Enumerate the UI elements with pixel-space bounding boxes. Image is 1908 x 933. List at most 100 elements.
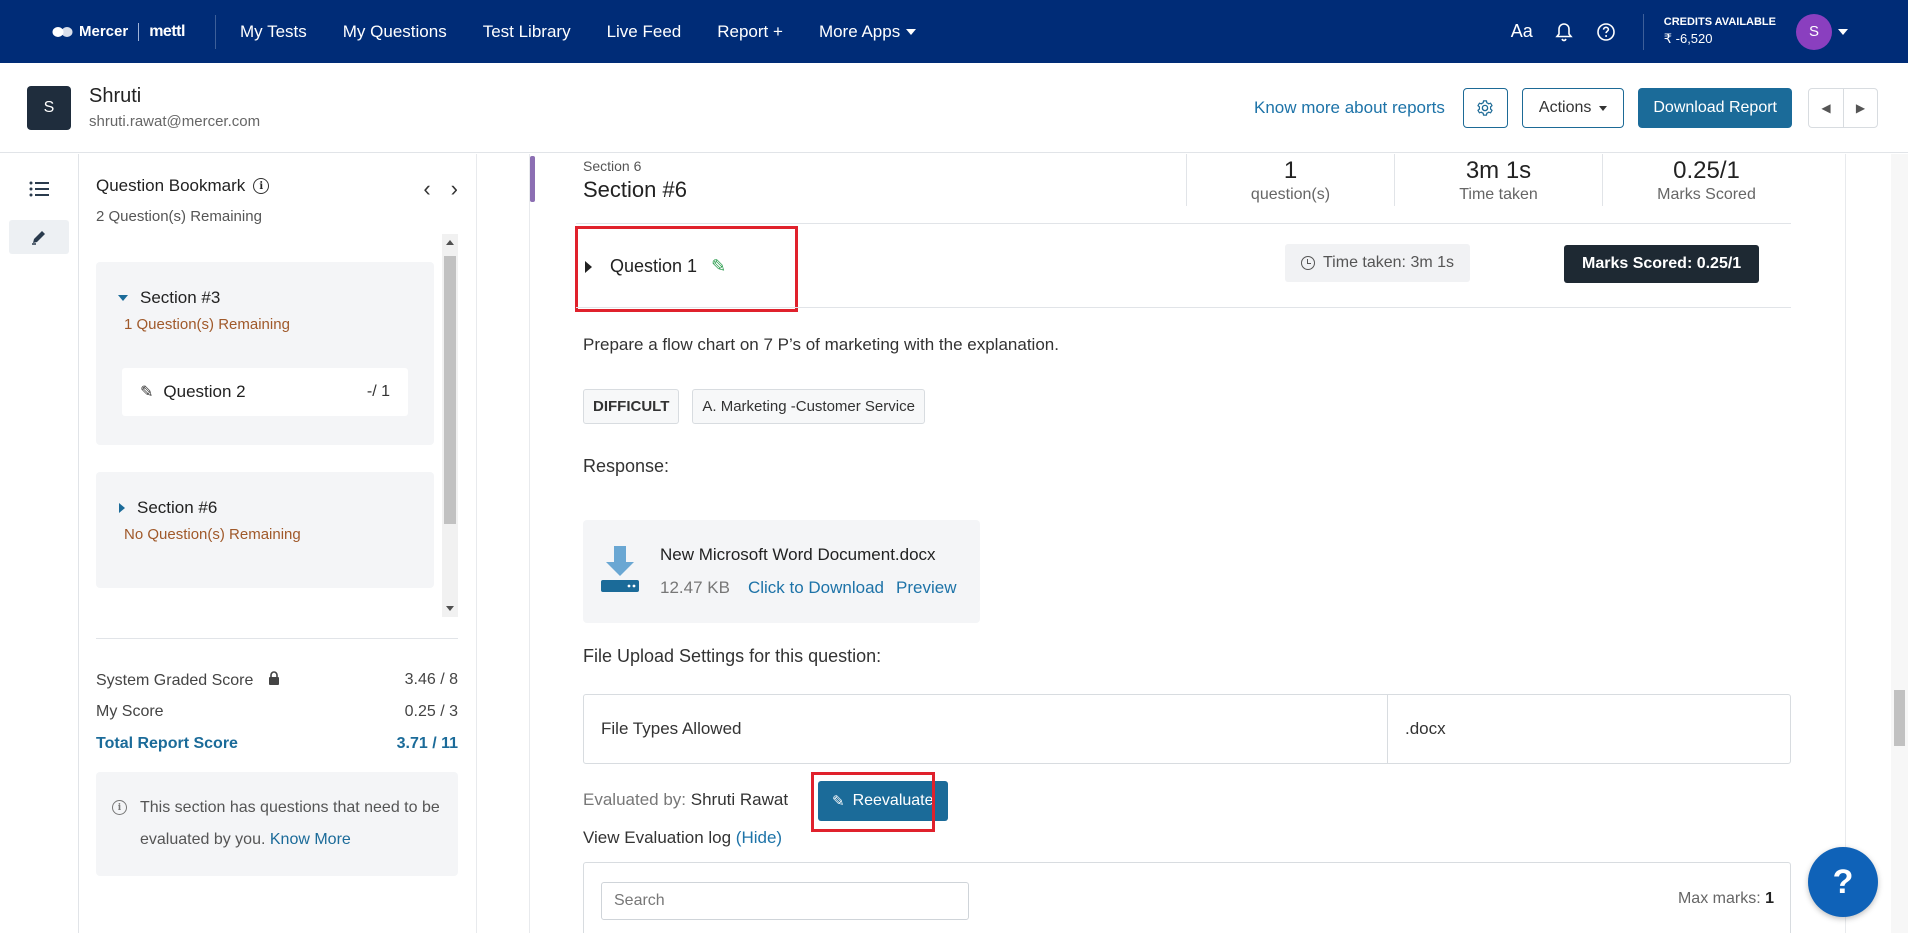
header-actions: Know more about reports Actions Download… bbox=[1254, 63, 1878, 153]
score-row-total: Total Report Score 3.71 / 11 bbox=[96, 728, 458, 760]
preview-link[interactable]: Preview bbox=[896, 578, 956, 598]
nav-divider bbox=[215, 14, 216, 49]
hide-log-link[interactable]: (Hide) bbox=[736, 828, 782, 847]
candidate-email: shruti.rawat@mercer.com bbox=[89, 113, 261, 130]
mercer-mark-icon bbox=[52, 26, 73, 37]
bookmark-nav: ‹ › bbox=[423, 176, 458, 202]
section-toggle-section-3[interactable]: Section #3 bbox=[118, 288, 220, 308]
nav-more-apps[interactable]: More Apps bbox=[818, 21, 917, 42]
rail-list-button[interactable] bbox=[9, 170, 69, 208]
stat-questions: 1 question(s) bbox=[1186, 154, 1394, 206]
scroll-up-arrow-icon[interactable] bbox=[446, 240, 454, 245]
annotation-highlight-box bbox=[811, 772, 935, 832]
pencil-icon bbox=[32, 231, 45, 245]
help-fab-button[interactable]: ? bbox=[1808, 847, 1878, 917]
upload-settings-title: File Upload Settings for this question: bbox=[583, 646, 882, 666]
evaluation-log-toggle: View Evaluation log (Hide) bbox=[583, 828, 782, 848]
user-avatar[interactable]: S bbox=[1796, 13, 1832, 50]
next-candidate-button[interactable]: ▶ bbox=[1843, 89, 1877, 127]
section-remaining: 1 Question(s) Remaining bbox=[124, 316, 290, 333]
bell-icon[interactable] bbox=[1551, 19, 1577, 45]
credits-available: CREDITS AVAILABLE ₹ -6,520 bbox=[1642, 13, 1776, 50]
click-to-download-link[interactable]: Click to Download bbox=[748, 578, 884, 598]
download-file-icon bbox=[601, 546, 639, 592]
credits-label: CREDITS AVAILABLE bbox=[1663, 16, 1776, 28]
score-label-wrap: System Graded Score bbox=[96, 670, 280, 690]
difficulty-tag: DIFFICULT bbox=[583, 389, 680, 424]
nav-more-apps-label: More Apps bbox=[818, 21, 901, 41]
notice-know-more-link[interactable]: Know More bbox=[270, 831, 351, 848]
actions-label: Actions bbox=[1538, 99, 1592, 116]
question-bookmark-panel: Question Bookmark i ‹ › 2 Question(s) Re… bbox=[80, 154, 476, 933]
response-file-card: New Microsoft Word Document.docx 12.47 K… bbox=[583, 520, 980, 623]
info-icon[interactable]: i bbox=[253, 178, 270, 194]
actions-dropdown[interactable]: Actions bbox=[1521, 88, 1625, 128]
max-marks-label: Max marks: bbox=[1677, 890, 1761, 907]
know-more-reports-link[interactable]: Know more about reports bbox=[1254, 98, 1445, 118]
nav-report-plus[interactable]: Report + bbox=[717, 22, 783, 42]
stat-value: 0.25/1 bbox=[1673, 157, 1740, 184]
nav-test-library[interactable]: Test Library bbox=[483, 22, 571, 42]
log-search-input[interactable] bbox=[601, 882, 969, 920]
settings-button[interactable] bbox=[1462, 88, 1508, 128]
mercer-logo: Mercer bbox=[52, 23, 128, 40]
prev-candidate-button[interactable]: ◀ bbox=[1809, 89, 1843, 127]
nav-my-questions[interactable]: My Questions bbox=[343, 22, 447, 42]
list-icon bbox=[29, 181, 49, 197]
download-report-button[interactable]: Download Report bbox=[1638, 88, 1792, 128]
response-label: Response: bbox=[583, 456, 670, 476]
brand-product-text: mettl bbox=[149, 22, 185, 40]
info-icon: i bbox=[112, 800, 127, 815]
evaluation-notice: i This section has questions that need t… bbox=[96, 772, 458, 876]
help-glyph bbox=[1596, 22, 1615, 41]
bookmark-question-score: -/ 1 bbox=[366, 383, 390, 400]
section-label: Section 6 bbox=[583, 158, 642, 174]
divider bbox=[576, 307, 1791, 308]
eval-log-label: View Evaluation log bbox=[583, 828, 732, 847]
section-toggle-section-6[interactable]: Section #6 bbox=[119, 498, 217, 518]
main-nav: My Tests My Questions Test Library Live … bbox=[240, 21, 917, 42]
chevron-down-icon bbox=[1599, 105, 1608, 111]
brand-divider bbox=[138, 22, 140, 41]
panel-divider bbox=[476, 154, 477, 933]
evaluation-log-panel: Max marks: 1 bbox=[583, 862, 1791, 933]
pencil-icon: ✎ bbox=[140, 384, 154, 401]
score-label: My Score bbox=[96, 703, 164, 720]
font-size-icon[interactable]: Aa bbox=[1509, 19, 1535, 45]
bookmark-scrollbar[interactable] bbox=[442, 234, 458, 617]
candidate-pager: ◀ ▶ bbox=[1808, 88, 1878, 128]
max-marks-value: 1 bbox=[1765, 890, 1774, 907]
page-scrollbar[interactable] bbox=[1891, 154, 1908, 933]
bookmark-question-item[interactable]: ✎ Question 2 -/ 1 bbox=[122, 368, 408, 416]
scroll-down-arrow-icon[interactable] bbox=[446, 606, 454, 611]
section-remaining: No Question(s) Remaining bbox=[124, 526, 301, 543]
page-scroll-thumb[interactable] bbox=[1894, 690, 1905, 746]
user-menu-chevron-icon[interactable] bbox=[1838, 28, 1848, 35]
lock-glyph bbox=[268, 670, 279, 685]
brand-mercer-text: Mercer bbox=[79, 23, 129, 40]
question-tags: DIFFICULT A. Marketing -Customer Service bbox=[583, 389, 925, 424]
section-name: Section #6 bbox=[583, 177, 687, 202]
candidate-info: Shruti shruti.rawat@mercer.com bbox=[89, 85, 260, 130]
evaluated-by: Evaluated by: Shruti Rawat bbox=[583, 790, 788, 810]
nav-my-tests[interactable]: My Tests bbox=[240, 22, 307, 42]
bookmark-section-card: Section #3 1 Question(s) Remaining ✎ Que… bbox=[96, 262, 434, 445]
stat-value: 1 bbox=[1283, 157, 1298, 184]
candidate-header: S Shruti shruti.rawat@mercer.com Know mo… bbox=[0, 63, 1908, 153]
question-circle-icon[interactable] bbox=[1593, 19, 1619, 45]
scroll-thumb[interactable] bbox=[444, 256, 456, 524]
score-row-system: System Graded Score 3.46 / 8 bbox=[96, 664, 458, 696]
credits-value: ₹ -6,520 bbox=[1663, 31, 1713, 46]
lock-icon bbox=[268, 670, 280, 688]
section-accent-bar bbox=[530, 156, 535, 202]
bookmark-question-label: Question 2 bbox=[163, 382, 246, 401]
time-taken-badge: Time taken: 3m 1s bbox=[1285, 244, 1471, 282]
rail-evaluate-button[interactable] bbox=[9, 220, 69, 254]
evaluated-by-label: Evaluated by: bbox=[583, 790, 687, 809]
panel-divider bbox=[1845, 154, 1846, 933]
bookmark-next-chevron-icon[interactable]: › bbox=[451, 176, 458, 202]
nav-live-feed[interactable]: Live Feed bbox=[607, 22, 682, 42]
bookmark-prev-chevron-icon[interactable]: ‹ bbox=[423, 176, 430, 202]
brand-logo[interactable]: Mercer mettl bbox=[0, 0, 215, 63]
candidate-name: Shruti bbox=[89, 85, 142, 107]
